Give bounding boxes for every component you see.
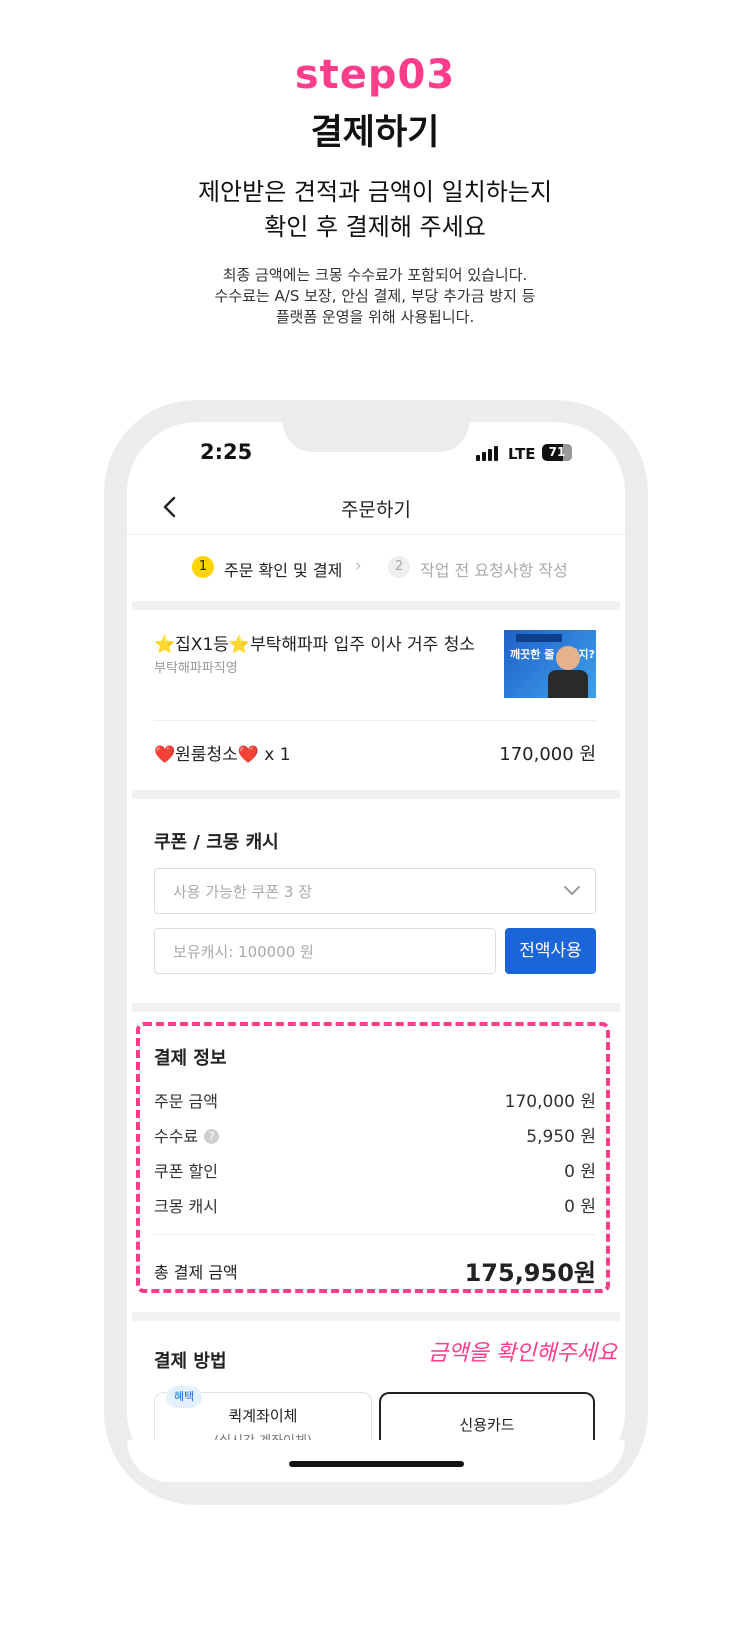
battery-icon: 71 — [542, 444, 572, 461]
section-divider — [132, 1003, 620, 1012]
option-label: ❤️원룸청소❤️ x 1 — [154, 745, 291, 765]
signal-icon — [476, 444, 502, 461]
step-label: step03 — [294, 52, 456, 98]
status-time: 2:25 — [200, 440, 253, 464]
credit-card-label: 신용카드 — [459, 1416, 515, 1434]
total-label: 총 결제 금액 — [154, 1263, 238, 1282]
fee-label: 수수료 — [154, 1127, 199, 1146]
product-seller: 부탁해파파직영 — [154, 661, 238, 676]
section-divider — [132, 790, 620, 799]
help-icon[interactable]: ? — [204, 1129, 220, 1144]
stepper-step-2-number: 2 — [388, 556, 410, 578]
product-title[interactable]: ⭐집X1등⭐부탁해파파 입주 이사 거주 청소 — [154, 630, 475, 655]
coupon-select[interactable]: 사용 가능한 쿠폰 3 장 — [154, 868, 596, 914]
payment-method-title: 결제 방법 — [154, 1351, 227, 1372]
section-divider — [132, 1312, 620, 1321]
cash-input[interactable]: 보유캐시: 100000 원 — [154, 928, 496, 974]
stepper-step-2-label: 작업 전 요청사항 작성 — [420, 561, 568, 580]
fee-row: 수수료? — [154, 1123, 220, 1147]
network-label: LTE — [508, 445, 536, 463]
stepper-chevron-icon: › — [355, 556, 362, 576]
cash-label: 크몽 캐시 — [154, 1197, 218, 1216]
coupon-discount-label: 쿠폰 할인 — [154, 1162, 218, 1181]
home-indicator[interactable] — [289, 1461, 464, 1467]
option-price: 170,000 원 — [499, 744, 596, 765]
total-divider — [154, 1234, 596, 1235]
coupon-section-title: 쿠폰 / 크몽 캐시 — [154, 832, 279, 853]
thumbnail-caption: 깨끗한 줄 알았지? — [510, 648, 595, 661]
note-line-3: 플랫폼 운영을 위해 사용됩니다. — [275, 308, 475, 326]
product-thumbnail[interactable]: 깨끗한 줄 알았지? — [504, 630, 596, 698]
stepper-step-1-number: 1 — [192, 556, 214, 578]
benefit-badge: 혜택 — [166, 1386, 203, 1408]
chevron-down-icon — [564, 886, 580, 895]
cash-value: 0 원 — [564, 1197, 596, 1217]
page-title: 결제하기 — [310, 113, 440, 153]
check-amount-annotation: 금액을 확인해주세요 — [428, 1341, 618, 1366]
payment-info-title: 결제 정보 — [154, 1048, 227, 1069]
order-amount-value: 170,000 원 — [504, 1092, 596, 1112]
headline-line-1: 제안받은 견적과 금액이 일치하는지 — [197, 178, 553, 206]
product-divider — [154, 720, 596, 721]
cash-input-placeholder: 보유캐시: 100000 원 — [173, 943, 314, 961]
nav-divider — [127, 534, 625, 535]
use-all-cash-button[interactable]: 전액사용 — [505, 928, 596, 974]
coupon-select-text: 사용 가능한 쿠폰 3 장 — [173, 883, 313, 901]
note-line-2: 수수료는 A/S 보장, 안심 결제, 부당 추가금 방지 등 — [214, 287, 536, 305]
fee-value: 5,950 원 — [526, 1127, 596, 1147]
note-line-1: 최종 금액에는 크몽 수수료가 포함되어 있습니다. — [222, 266, 528, 284]
stepper-step-1-label: 주문 확인 및 결제 — [224, 561, 343, 580]
nav-title: 주문하기 — [341, 499, 411, 521]
order-amount-label: 주문 금액 — [154, 1092, 218, 1111]
battery-level: 71 — [548, 445, 566, 459]
quick-transfer-label: 퀵계좌이체 — [228, 1407, 298, 1425]
phone-notch — [283, 405, 469, 452]
headline-line-2: 확인 후 결제해 주세요 — [264, 213, 486, 241]
total-value: 175,950원 — [464, 1259, 596, 1287]
coupon-discount-value: 0 원 — [564, 1162, 596, 1182]
section-divider — [132, 601, 620, 610]
